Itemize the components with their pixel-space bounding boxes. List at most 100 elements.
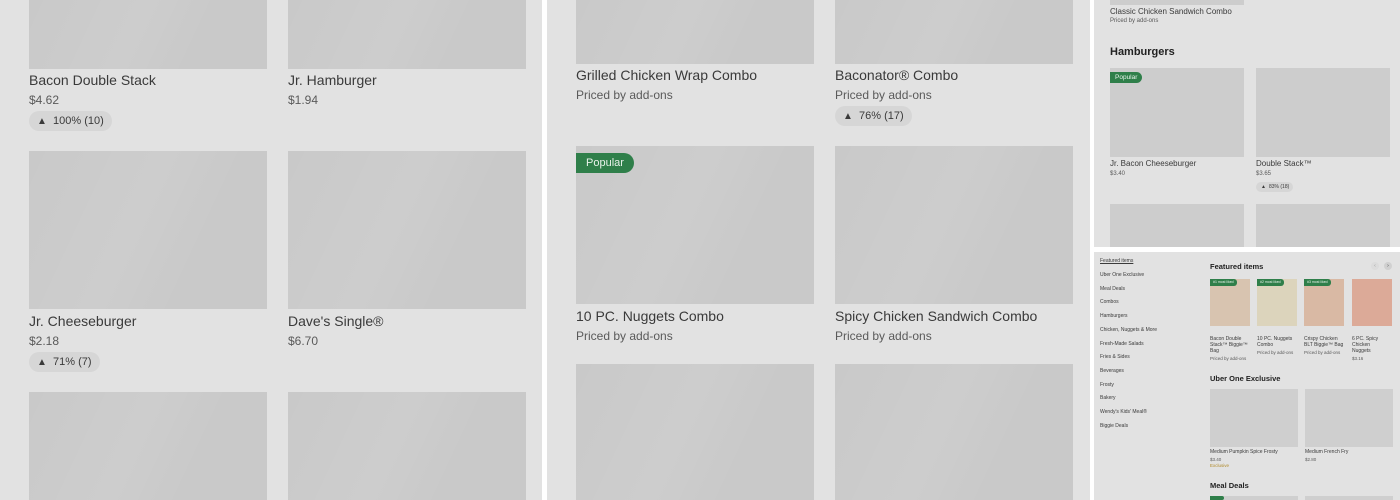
- meal-deals-title: Meal Deals: [1210, 481, 1249, 490]
- featured-item-image[interactable]: [1257, 279, 1297, 326]
- popular-badge: Popular: [1110, 72, 1143, 83]
- featured-item-image[interactable]: [1210, 279, 1250, 326]
- panel-combos-grid: Grilled Chicken Wrap Combo Priced by add…: [547, 0, 1090, 500]
- item-name[interactable]: Jr. Cheeseburger: [29, 313, 136, 329]
- item-price: $3.65: [1256, 171, 1272, 177]
- item-image[interactable]: [1305, 496, 1393, 500]
- item-image[interactable]: [29, 0, 267, 69]
- item-name[interactable]: Dave's Single®: [288, 313, 383, 329]
- nav-kids-meal[interactable]: Wendy's Kids' Meal®: [1100, 409, 1147, 415]
- item-price: $4.62: [29, 93, 60, 107]
- thumbs-up-icon: ▲: [37, 116, 47, 127]
- rating-value: 76% (17): [859, 110, 904, 122]
- rating-pill: ▲ 71% (7): [29, 352, 100, 372]
- featured-item-price: Priced by add-ons: [1210, 356, 1247, 361]
- item-image[interactable]: [1110, 0, 1244, 5]
- item-price: Priced by add-ons: [576, 329, 673, 343]
- featured-item-price: Priced by add-ons: [1257, 350, 1294, 355]
- nav-beverages[interactable]: Beverages: [1100, 368, 1124, 374]
- panel-menu-overview: Featured items Uber One Exclusive Meal D…: [1094, 252, 1400, 500]
- carousel-next-button[interactable]: ›: [1384, 262, 1392, 270]
- rating-value: 71% (7): [53, 356, 92, 368]
- thumbs-up-icon: ▲: [843, 111, 853, 122]
- badge: [1210, 496, 1224, 500]
- item-name[interactable]: Medium French Fry: [1305, 449, 1348, 455]
- item-price: $6.70: [288, 334, 319, 348]
- chevron-right-icon: ›: [1387, 263, 1389, 269]
- item-name[interactable]: Double Stack™: [1256, 159, 1312, 168]
- item-image[interactable]: [1110, 204, 1244, 247]
- most-liked-badge: #2 most liked: [1257, 279, 1284, 286]
- featured-item-price: Priced by add-ons: [1304, 350, 1341, 355]
- item-price: $3.40: [1110, 171, 1126, 177]
- item-price: $3.40: [1210, 457, 1222, 462]
- nav-combos[interactable]: Combos: [1100, 299, 1119, 305]
- item-image[interactable]: [1256, 204, 1390, 247]
- featured-item-name[interactable]: Crispy Chicken BLT Biggie™ Bag: [1304, 336, 1346, 348]
- item-image[interactable]: [29, 392, 267, 500]
- uber-one-exclusive-title: Uber One Exclusive: [1210, 374, 1281, 383]
- item-price: Priced by add-ons: [1110, 18, 1159, 24]
- item-price: Priced by add-ons: [835, 88, 932, 102]
- section-title: Hamburgers: [1110, 46, 1175, 58]
- featured-item-name[interactable]: Bacon Double Stack™ Biggie™ Bag: [1210, 336, 1252, 354]
- item-name[interactable]: Bacon Double Stack: [29, 72, 156, 88]
- item-image[interactable]: [1305, 389, 1393, 447]
- rating-value: 100% (10): [53, 115, 104, 127]
- nav-bakery[interactable]: Bakery: [1100, 395, 1116, 401]
- featured-item-name[interactable]: 10 PC. Nuggets Combo: [1257, 336, 1299, 348]
- item-image[interactable]: [29, 151, 267, 309]
- item-name[interactable]: Grilled Chicken Wrap Combo: [576, 67, 757, 83]
- most-liked-badge: #1 most liked: [1210, 279, 1237, 286]
- item-price: $1.94: [288, 93, 319, 107]
- item-image[interactable]: [1256, 68, 1390, 157]
- nav-salads[interactable]: Fresh-Made Salads: [1100, 341, 1144, 347]
- rating-value: 83% (18): [1269, 184, 1290, 190]
- nav-uber-one-exclusive[interactable]: Uber One Exclusive: [1100, 272, 1144, 278]
- item-price: $2.18: [29, 334, 60, 348]
- most-liked-badge: #3 most liked: [1304, 279, 1331, 286]
- nav-meal-deals[interactable]: Meal Deals: [1100, 286, 1125, 292]
- nav-hamburgers[interactable]: Hamburgers: [1100, 313, 1128, 319]
- nav-chicken-nuggets[interactable]: Chicken, Nuggets & More: [1100, 327, 1157, 333]
- rating-pill: ▲ 100% (10): [29, 111, 112, 131]
- featured-item-name[interactable]: 6 PC. Spicy Chicken Nuggets: [1352, 336, 1386, 354]
- popular-badge: Popular: [576, 153, 634, 173]
- featured-item-price: $3.16: [1352, 356, 1364, 361]
- item-name[interactable]: Medium Pumpkin Spice Frosty: [1210, 449, 1278, 455]
- carousel-prev-button[interactable]: ‹: [1371, 262, 1379, 270]
- item-image[interactable]: [835, 146, 1073, 304]
- item-name[interactable]: Jr. Hamburger: [288, 72, 377, 88]
- item-price: Priced by add-ons: [576, 88, 673, 102]
- item-price: $2.80: [1305, 457, 1317, 462]
- item-image[interactable]: [576, 0, 814, 64]
- exclusive-tag: Exclusive: [1210, 463, 1230, 468]
- item-image[interactable]: [835, 364, 1073, 500]
- item-name[interactable]: Spicy Chicken Sandwich Combo: [835, 308, 1037, 324]
- item-image[interactable]: [288, 392, 526, 500]
- nav-featured-items[interactable]: Featured items: [1100, 258, 1133, 264]
- item-name[interactable]: Baconator® Combo: [835, 67, 958, 83]
- panel-hamburgers-small: Classic Chicken Sandwich Combo Priced by…: [1094, 0, 1400, 247]
- rating-pill: ▲ 83% (18): [1256, 182, 1294, 192]
- featured-item-image[interactable]: [1304, 279, 1344, 326]
- item-image[interactable]: [835, 0, 1073, 64]
- thumbs-up-icon: ▲: [1261, 184, 1266, 190]
- nav-biggie-deals[interactable]: Biggie Deals: [1100, 423, 1128, 429]
- item-image[interactable]: [576, 364, 814, 500]
- item-image[interactable]: [288, 151, 526, 309]
- item-name[interactable]: 10 PC. Nuggets Combo: [576, 308, 724, 324]
- item-name[interactable]: Jr. Bacon Cheeseburger: [1110, 159, 1196, 168]
- featured-item-image[interactable]: [1352, 279, 1392, 326]
- rating-pill: ▲ 76% (17): [835, 106, 912, 126]
- chevron-left-icon: ‹: [1374, 263, 1376, 269]
- featured-items-title: Featured items: [1210, 262, 1264, 271]
- item-image[interactable]: [288, 0, 526, 69]
- item-name[interactable]: Classic Chicken Sandwich Combo: [1110, 7, 1232, 16]
- item-price: Priced by add-ons: [835, 329, 932, 343]
- thumbs-up-icon: ▲: [37, 357, 47, 368]
- panel-hamburgers-grid: Bacon Double Stack $4.62 ▲ 100% (10) Jr. …: [0, 0, 542, 500]
- nav-frosty[interactable]: Frosty: [1100, 382, 1114, 388]
- nav-fries-sides[interactable]: Fries & Sides: [1100, 354, 1130, 360]
- item-image[interactable]: [1210, 389, 1298, 447]
